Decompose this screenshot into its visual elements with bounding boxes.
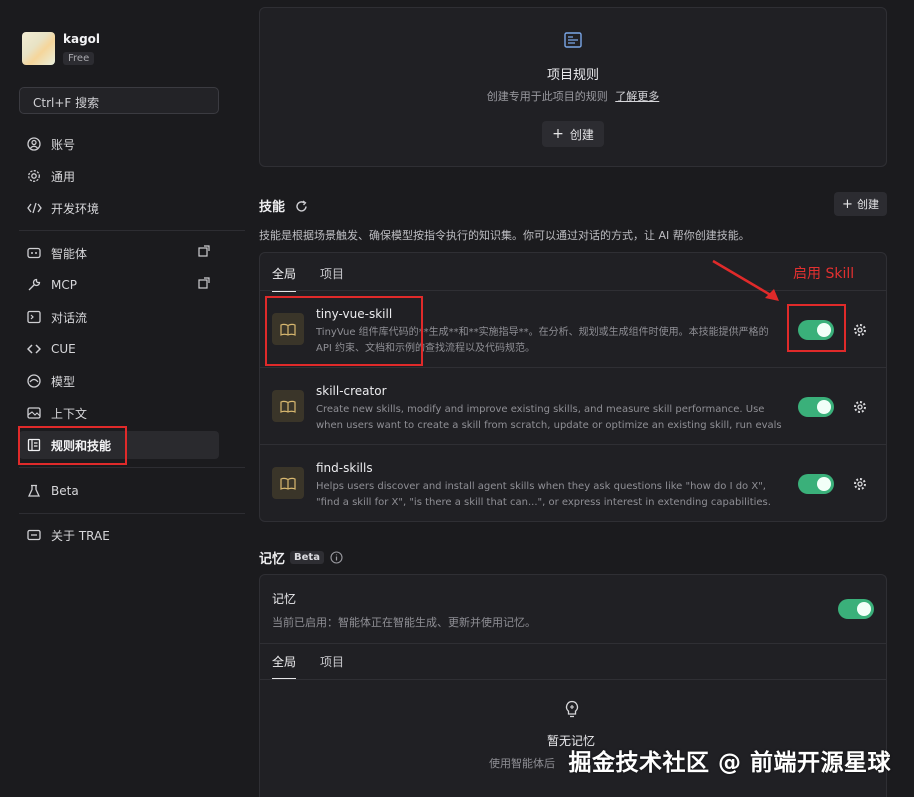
memory-card-desc: 当前已启用：智能体正在智能生成、更新并使用记忆。 [272,616,536,629]
plan-badge: Free [63,52,95,65]
watermark: 掘金技术社区 @ 前端开源星球 [568,750,891,776]
skills-tabs: 全局 项目 [272,265,368,292]
divider [19,230,245,231]
avatar [22,32,55,65]
skill-toggle[interactable] [798,397,834,417]
memory-tabs: 全局 项目 [272,653,368,680]
model-icon [26,373,42,389]
tab-global[interactable]: 全局 [272,265,297,292]
sidebar-item-label: CUE [51,342,76,356]
rules-desc: 创建专用于此项目的规则 [486,90,608,103]
annotation-box-toggle [787,304,846,352]
sidebar-item-label: Beta [51,484,79,498]
annotation-box-sidebar [18,426,127,465]
create-skill-label: 创建 [856,198,879,211]
sidebar-item-context[interactable]: 上下文 [26,403,216,423]
create-skill-button[interactable]: + 创建 [834,192,887,216]
refresh-icon[interactable] [295,200,308,217]
sidebar-item-model[interactable]: 模型 [26,371,216,391]
sidebar-item-mcp[interactable]: MCP [26,275,216,295]
sidebar-item-cue[interactable]: CUE [26,339,216,359]
sidebar-item-label: 开发环境 [51,201,100,216]
gear-icon[interactable] [852,476,868,492]
wrench-icon [26,277,42,293]
user-profile[interactable]: kagol Free [22,32,100,65]
divider [260,679,886,680]
search-input[interactable]: Ctrl+F 搜索 [19,87,219,114]
learn-more-link[interactable]: 了解更多 [615,90,659,103]
memory-title-text: 记忆 [259,552,286,567]
skill-name: skill-creator [316,384,387,398]
divider [19,513,245,514]
book-icon [272,467,304,499]
bulb-icon [564,700,580,722]
beta-badge: Beta [290,551,324,564]
sidebar-item-label: 上下文 [51,406,88,421]
skills-title-text: 技能 [259,200,286,215]
skill-name: find-skills [316,461,373,475]
sidebar-item-label: 对话流 [51,310,88,325]
sidebar-item-about[interactable]: 关于 TRAE [26,525,216,545]
external-link-icon[interactable] [198,277,210,292]
divider [19,467,245,468]
annotation-label: 启用 Skill [793,266,855,282]
plus-icon: + [842,196,853,212]
annotation-box-skill [265,296,423,366]
skill-row: find-skills Helps users discover and ins… [260,444,886,521]
project-rules-card: 项目规则 创建专用于此项目的规则 了解更多 + 创建 [259,7,887,167]
skills-title: 技能 [259,196,308,217]
annotation-arrow-icon [712,259,779,301]
tab-project[interactable]: 项目 [320,265,344,292]
flask-icon [26,483,42,499]
sidebar-item-label: 通用 [51,169,76,184]
user-name: kagol [63,32,101,46]
sidebar-item-account[interactable]: 账号 [26,134,216,154]
chat-flow-icon [26,309,42,325]
skill-row: skill-creator Create new skills, modify … [260,367,886,444]
info-icon[interactable] [330,551,343,564]
sidebar: kagol Free Ctrl+F 搜索 账号 通用 开发环境 智能体 MCP … [0,0,245,797]
sidebar-item-label: 模型 [51,374,76,389]
sidebar-item-general[interactable]: 通用 [26,166,216,186]
tab-project[interactable]: 项目 [320,653,344,680]
plus-icon: + [552,126,564,142]
skill-toggle[interactable] [798,474,834,494]
gear-icon[interactable] [852,399,868,415]
cue-icon [26,341,42,357]
rules-title: 项目规则 [546,68,599,83]
create-rule-button[interactable]: + 创建 [542,121,604,147]
memory-toggle[interactable] [838,599,874,619]
sidebar-item-label: 账号 [51,137,76,152]
sidebar-item-beta[interactable]: Beta [26,481,216,501]
create-rule-label: 创建 [569,127,594,142]
sidebar-item-label: MCP [51,278,77,292]
memory-empty-desc: 使用智能体后 [489,757,555,770]
skills-desc: 技能是根据场景触发、确保模型按指令执行的知识集。你可以通过对话的方式，让 AI … [259,229,750,242]
context-icon [26,405,42,421]
rules-icon [260,32,886,52]
gear-icon [26,168,42,184]
book-icon [272,390,304,422]
rules-desc-line: 创建专用于此项目的规则 了解更多 [260,88,886,104]
account-icon [26,136,42,152]
memory-card-title: 记忆 [272,592,297,606]
info-icon [26,527,42,543]
memory-title: 记忆 Beta [259,548,343,567]
sidebar-item-dev-env[interactable]: 开发环境 [26,198,216,218]
sidebar-item-agent[interactable]: 智能体 [26,243,216,263]
gear-icon[interactable] [852,322,868,338]
sidebar-item-label: 关于 TRAE [51,528,110,543]
sidebar-item-chat-flow[interactable]: 对话流 [26,307,216,327]
tab-global[interactable]: 全局 [272,653,297,680]
agent-icon [26,245,42,261]
external-link-icon[interactable] [198,245,210,260]
skill-desc: Create new skills, modify and improve ex… [316,404,782,431]
sidebar-item-label: 智能体 [51,246,88,261]
skill-desc: Helps users discover and install agent s… [316,481,771,508]
divider [260,643,886,644]
code-icon [26,200,42,216]
